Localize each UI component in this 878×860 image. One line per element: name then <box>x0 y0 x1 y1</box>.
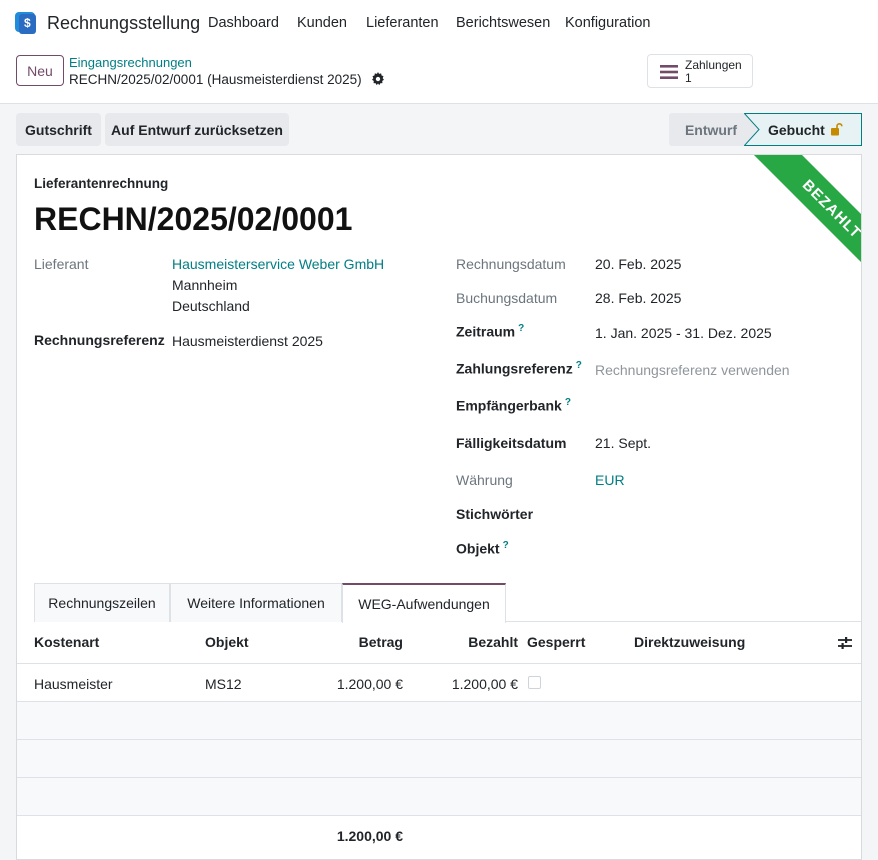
menu-vendors[interactable]: Lieferanten <box>366 15 439 31</box>
tab-weg-expenses[interactable]: WEG-Aufwendungen <box>342 583 506 623</box>
payment-reference-label: Zahlungsreferenz? <box>456 360 582 377</box>
currency-field[interactable]: EUR <box>595 472 625 488</box>
document-type: Lieferantenrechnung <box>34 176 169 191</box>
row-divider <box>17 815 861 816</box>
paid-ribbon-label: BEZAHLT <box>745 155 861 296</box>
form-sheet: BEZAHLT Lieferantenrechnung RECHN/2025/0… <box>16 154 862 860</box>
payment-reference-field[interactable]: Rechnungsreferenz verwenden <box>595 362 790 378</box>
column-header-direct-assignment[interactable]: Direktzuweisung <box>634 622 745 663</box>
help-icon[interactable]: ? <box>565 397 571 408</box>
recipient-bank-label: Empfängerbank? <box>456 397 571 414</box>
period-label: Zeitraum? <box>456 323 525 340</box>
tab-other-info[interactable]: Weitere Informationen <box>170 583 342 622</box>
vendor-name-link[interactable]: Hausmeisterservice Weber GmbH <box>172 256 384 272</box>
column-header-cost-type[interactable]: Kostenart <box>34 622 99 663</box>
accounting-date-label: Buchungsdatum <box>456 290 558 306</box>
invoice-date-label: Rechnungsdatum <box>456 256 566 272</box>
tags-label: Stichwörter <box>456 506 534 522</box>
payments-count: 1 <box>685 71 692 85</box>
unlock-icon[interactable] <box>831 123 843 136</box>
due-date-label: Fälligkeitsdatum <box>456 435 567 451</box>
gear-icon[interactable] <box>371 72 385 86</box>
reset-to-draft-button[interactable]: Auf Entwurf zurücksetzen <box>105 113 289 146</box>
menu-reporting[interactable]: Berichtswesen <box>456 15 550 31</box>
invoice-date-field[interactable]: 20. Feb. 2025 <box>595 256 681 272</box>
menu-configuration[interactable]: Konfiguration <box>565 15 650 31</box>
breadcrumb-parent[interactable]: Eingangsrechnungen <box>69 55 192 70</box>
status-posted[interactable]: Gebucht <box>744 113 862 146</box>
top-navbar: $ Rechnungsstellung Dashboard Kunden Lie… <box>0 0 878 46</box>
optional-columns-icon[interactable] <box>837 636 853 650</box>
notebook-tabs: Rechnungszeilen Weitere Informationen WE… <box>34 583 861 623</box>
cell-cost-type[interactable]: Hausmeister <box>34 676 113 692</box>
cell-amount[interactable]: 1.200,00 € <box>317 676 403 692</box>
help-icon[interactable]: ? <box>503 540 509 551</box>
locked-checkbox[interactable] <box>528 676 541 689</box>
paid-ribbon: BEZAHLT <box>712 155 861 304</box>
vendor-label: Lieferant <box>34 256 89 272</box>
vendor-country: Deutschland <box>172 298 250 314</box>
header-divider <box>17 663 861 664</box>
total-amount: 1.200,00 € <box>336 828 403 844</box>
menu-customers[interactable]: Kunden <box>297 15 347 31</box>
empty-row <box>17 778 861 816</box>
vendor-city: Mannheim <box>172 277 238 293</box>
cell-paid[interactable]: 1.200,00 € <box>432 676 518 692</box>
accounting-date-field[interactable]: 28. Feb. 2025 <box>595 290 681 306</box>
new-button[interactable]: Neu <box>16 55 64 86</box>
column-header-object[interactable]: Objekt <box>205 622 249 663</box>
status-bar: Entwurf Gebucht <box>669 113 862 146</box>
menu-dashboard[interactable]: Dashboard <box>208 15 279 31</box>
payments-smart-button[interactable]: Zahlungen 1 <box>647 54 753 88</box>
invoice-reference-field[interactable]: Hausmeisterdienst 2025 <box>172 333 323 349</box>
object-label: Objekt? <box>456 540 509 557</box>
credit-note-button[interactable]: Gutschrift <box>16 113 101 146</box>
invoicing-app-icon[interactable]: $ <box>15 12 37 34</box>
status-posted-label: Gebucht <box>768 121 825 138</box>
payments-label: Zahlungen <box>685 58 742 72</box>
column-header-amount[interactable]: Betrag <box>357 622 403 663</box>
status-arrow-icon <box>744 113 760 146</box>
period-field[interactable]: 1. Jan. 2025 - 31. Dez. 2025 <box>595 325 772 341</box>
cell-object[interactable]: MS12 <box>205 676 242 692</box>
empty-row <box>17 702 861 740</box>
help-icon[interactable]: ? <box>576 360 582 371</box>
svg-text:$: $ <box>24 16 31 30</box>
empty-row <box>17 740 861 778</box>
column-header-locked[interactable]: Gesperrt <box>527 622 585 663</box>
app-title[interactable]: Rechnungsstellung <box>47 13 200 34</box>
document-name: RECHN/2025/02/0001 <box>34 201 353 237</box>
currency-label: Währung <box>456 472 513 488</box>
due-date-field[interactable]: 21. Sept. <box>595 435 651 451</box>
bars-icon <box>660 65 678 79</box>
column-header-paid[interactable]: Bezahlt <box>457 622 518 663</box>
invoice-reference-label: Rechnungsreferenz <box>34 332 165 348</box>
breadcrumb-current: RECHN/2025/02/0001 (Hausmeisterdienst 20… <box>69 72 362 87</box>
tab-invoice-lines[interactable]: Rechnungszeilen <box>34 583 170 622</box>
control-panel: Neu Eingangsrechnungen RECHN/2025/02/000… <box>0 46 878 104</box>
help-icon[interactable]: ? <box>518 323 524 334</box>
